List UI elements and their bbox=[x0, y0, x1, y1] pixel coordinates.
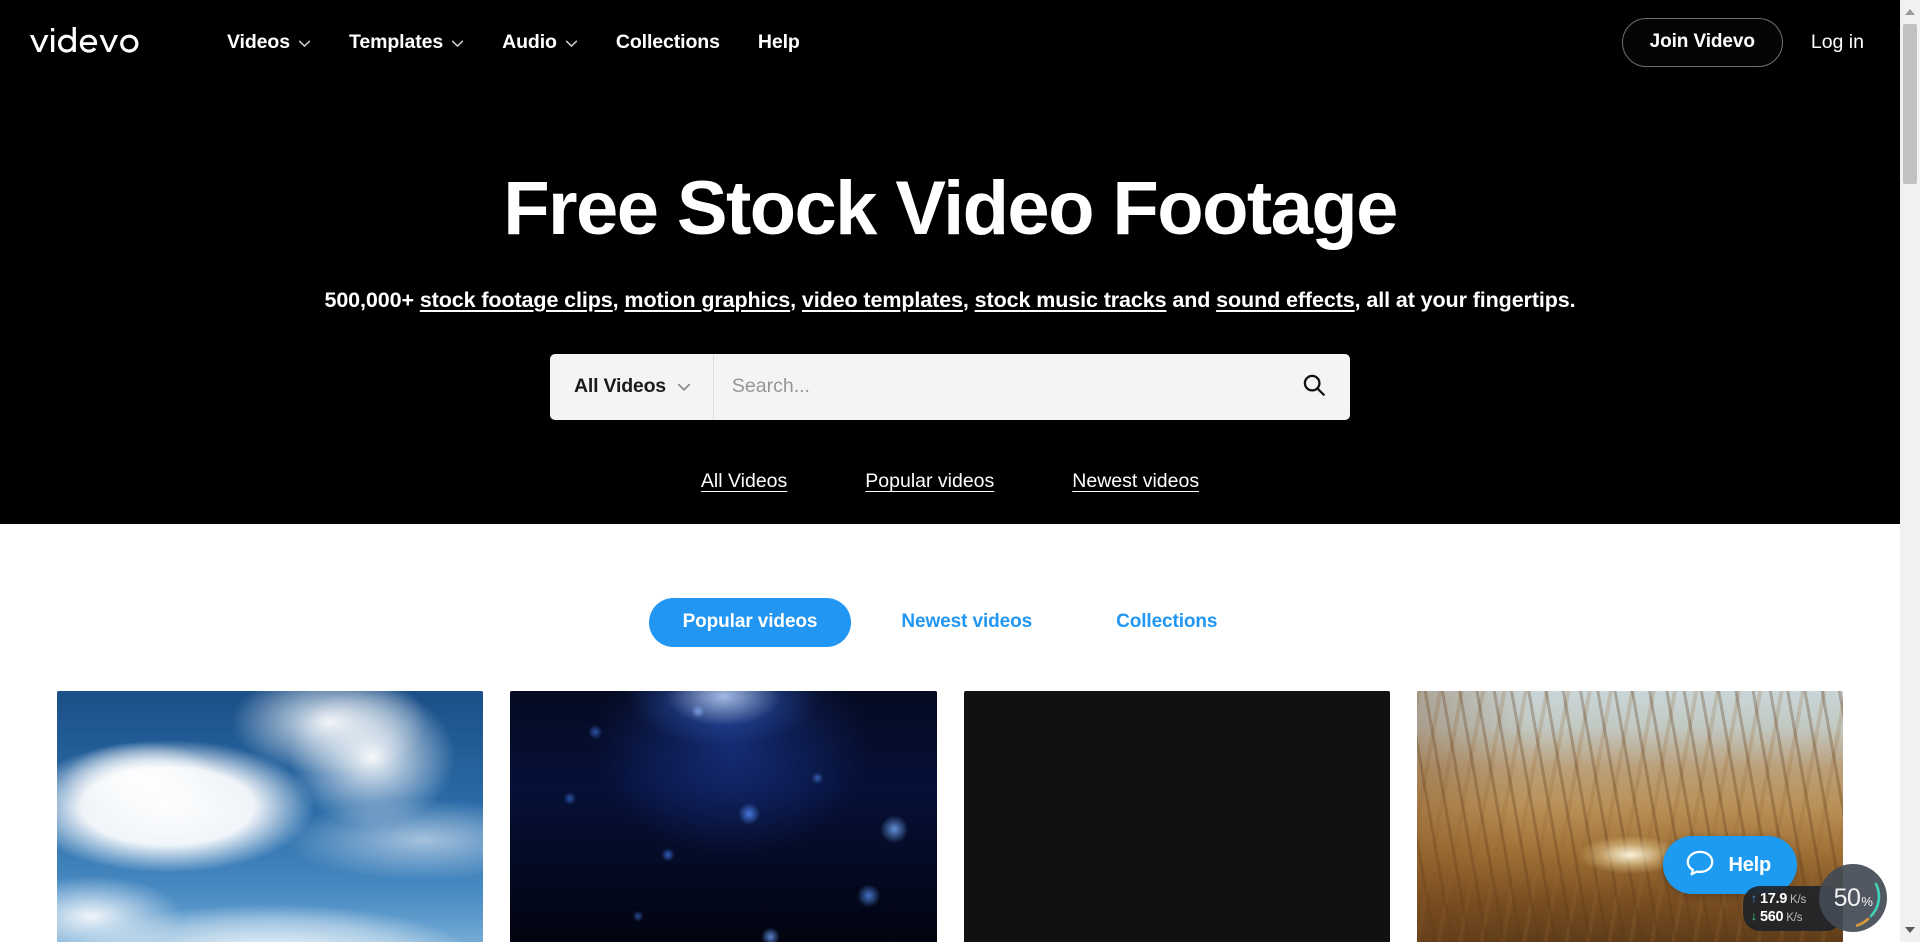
header-actions: Join Videvo Log in bbox=[1621, 17, 1876, 67]
sep: , bbox=[612, 287, 625, 312]
search-bar: All Videos bbox=[550, 353, 1350, 420]
hero-section: Free Stock Video Footage 500,000+ stock … bbox=[0, 84, 1900, 524]
arrow-down-icon: ↓ bbox=[1751, 909, 1757, 923]
hero-quick-links: All Videos Popular videos Newest videos bbox=[662, 466, 1238, 497]
zoom-level-indicator[interactable]: 50% bbox=[1819, 864, 1887, 932]
link-stock-music-tracks[interactable]: stock music tracks bbox=[975, 288, 1167, 312]
search-input[interactable] bbox=[731, 375, 1278, 399]
page-scrollbar[interactable] bbox=[1900, 0, 1920, 942]
hero-subtitle: 500,000+ stock footage clips, motion gra… bbox=[324, 288, 1575, 313]
hero-link-newest-videos[interactable]: Newest videos bbox=[1033, 466, 1238, 497]
nav-label: Templates bbox=[349, 30, 444, 53]
search-input-wrapper bbox=[714, 354, 1278, 420]
chat-bubble-icon bbox=[1683, 846, 1717, 885]
video-grid bbox=[0, 691, 1900, 942]
nav-label: Collections bbox=[615, 30, 720, 53]
video-card-blue-sky-clouds[interactable] bbox=[57, 691, 484, 942]
nav-item-collections[interactable]: Collections bbox=[597, 23, 739, 62]
zoom-value: 50 bbox=[1833, 883, 1861, 912]
nav-item-templates[interactable]: Templates bbox=[330, 23, 483, 62]
sep: , bbox=[790, 287, 802, 312]
nav-item-help[interactable]: Help bbox=[739, 23, 819, 62]
login-link[interactable]: Log in bbox=[1783, 21, 1876, 64]
download-speed-value: 560 bbox=[1760, 909, 1784, 925]
chevron-down-icon bbox=[677, 380, 691, 394]
scrollbar-thumb[interactable] bbox=[1903, 24, 1917, 184]
nav-label: Videos bbox=[227, 30, 290, 53]
tab-newest-videos[interactable]: Newest videos bbox=[867, 598, 1066, 647]
content-section: Popular videos Newest videos Collections bbox=[0, 598, 1900, 942]
arrow-up-icon: ↑ bbox=[1751, 891, 1757, 905]
tab-collections[interactable]: Collections bbox=[1082, 598, 1251, 647]
nav-label: Help bbox=[757, 30, 800, 53]
video-card-cloudy-sunset-sea[interactable] bbox=[963, 691, 1390, 942]
nav-item-videos[interactable]: Videos bbox=[208, 23, 330, 62]
upload-speed-value: 17.9 bbox=[1760, 891, 1788, 907]
video-card-blue-particles[interactable] bbox=[510, 691, 937, 942]
link-motion-graphics[interactable]: motion graphics bbox=[624, 288, 790, 312]
video-thumbnail bbox=[510, 691, 937, 942]
scroll-down-button[interactable] bbox=[1900, 920, 1920, 940]
tab-popular-videos[interactable]: Popular videos bbox=[648, 598, 852, 647]
link-sound-effects[interactable]: sound effects bbox=[1216, 288, 1355, 312]
help-label: Help bbox=[1728, 853, 1771, 876]
search-submit-button[interactable] bbox=[1278, 354, 1350, 420]
download-speed-unit: K/s bbox=[1786, 912, 1803, 924]
triangle-down-icon bbox=[1905, 927, 1915, 933]
browser-viewport: Videos Templates Audio Collections Help … bbox=[0, 0, 1900, 942]
chevron-down-icon bbox=[298, 37, 311, 50]
scroll-up-button[interactable] bbox=[1900, 2, 1920, 22]
sep: , bbox=[962, 287, 975, 312]
sep: and bbox=[1166, 287, 1217, 312]
content-tabs: Popular videos Newest videos Collections bbox=[0, 598, 1900, 647]
chevron-down-icon bbox=[565, 37, 578, 50]
search-category-dropdown[interactable]: All Videos bbox=[550, 353, 714, 420]
chevron-down-icon bbox=[451, 37, 464, 50]
page-root: Videos Templates Audio Collections Help … bbox=[0, 0, 1920, 942]
page-title: Free Stock Video Footage bbox=[503, 166, 1398, 251]
hero-link-popular-videos[interactable]: Popular videos bbox=[826, 466, 1033, 497]
search-category-label: All Videos bbox=[574, 375, 666, 398]
join-videvo-button[interactable]: Join Videvo bbox=[1621, 17, 1783, 67]
zoom-unit: % bbox=[1861, 893, 1873, 909]
sep: , all at your fingertips. bbox=[1354, 287, 1576, 312]
zoom-text: 50% bbox=[1834, 884, 1873, 913]
link-video-templates[interactable]: video templates bbox=[802, 288, 963, 312]
upload-speed-unit: K/s bbox=[1790, 894, 1807, 906]
hero-subtitle-prefix: 500,000+ bbox=[324, 287, 420, 312]
video-thumbnail bbox=[964, 691, 1390, 942]
nav-label: Audio bbox=[502, 30, 557, 53]
video-thumbnail bbox=[57, 691, 484, 942]
primary-nav: Videos Templates Audio Collections Help bbox=[208, 23, 819, 62]
search-icon bbox=[1301, 372, 1327, 401]
videvo-logo[interactable] bbox=[28, 23, 150, 61]
link-stock-footage-clips[interactable]: stock footage clips bbox=[420, 288, 613, 312]
triangle-up-icon bbox=[1905, 9, 1915, 15]
nav-item-audio[interactable]: Audio bbox=[483, 23, 597, 62]
site-header: Videos Templates Audio Collections Help … bbox=[0, 0, 1900, 84]
hero-link-all-videos[interactable]: All Videos bbox=[662, 466, 826, 497]
